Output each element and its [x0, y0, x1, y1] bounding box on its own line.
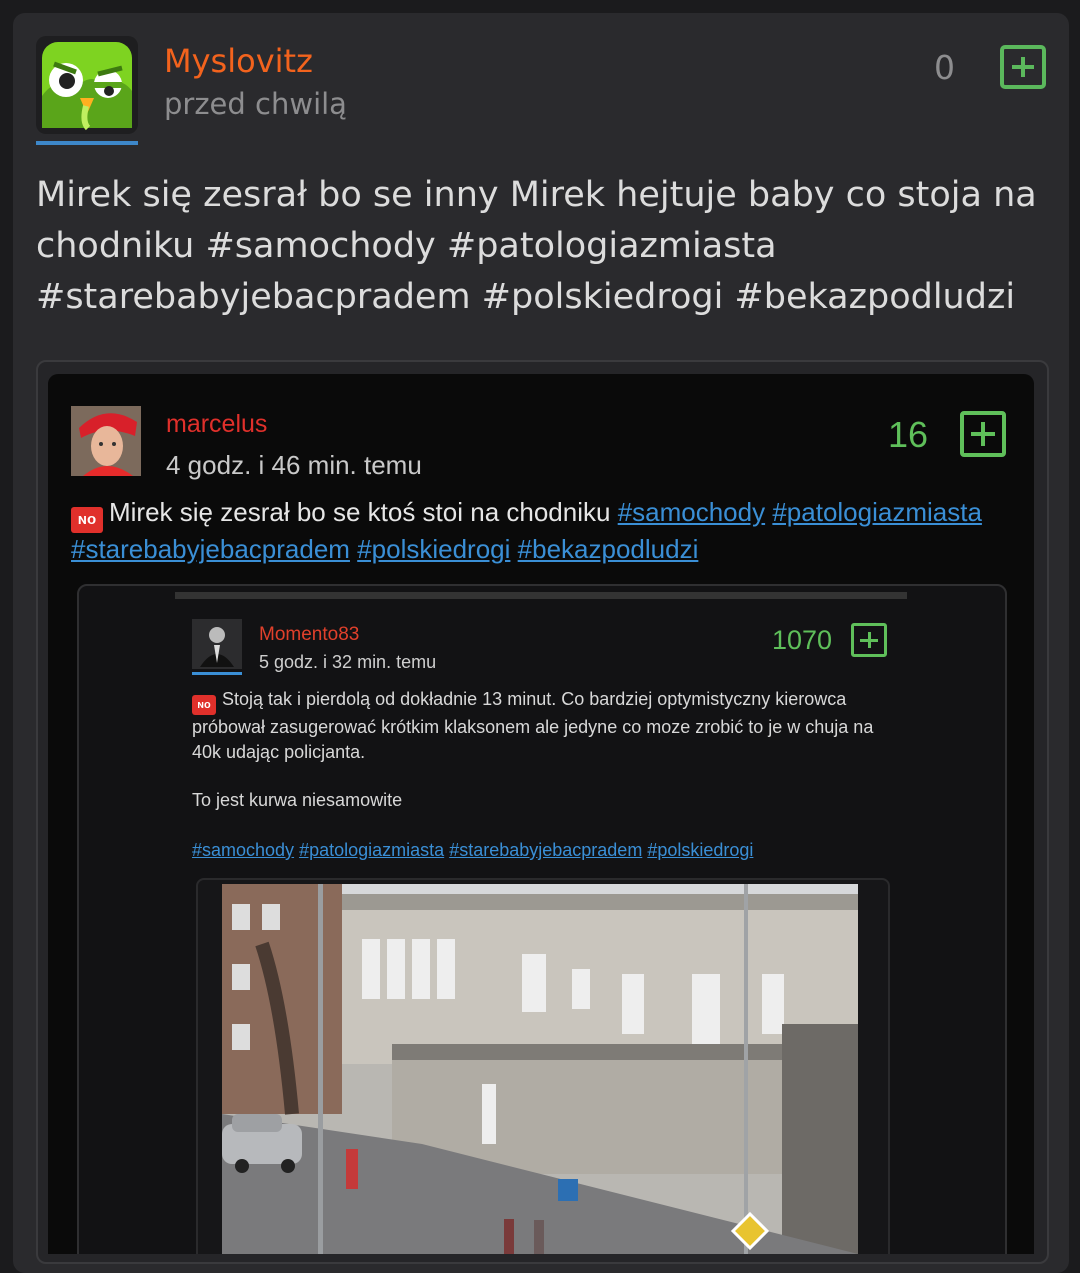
tag-link: #bekazpodludzi: [517, 534, 699, 564]
upvote-button[interactable]: [1000, 45, 1046, 89]
attached-screenshot[interactable]: marcelus 4 godz. i 46 min. temu 16 ɴᴏ Mir…: [48, 374, 1034, 1254]
nested-author-avatar: [192, 619, 242, 669]
tag-link: #patologiazmiasta: [772, 497, 982, 527]
vote-count: 0: [934, 48, 955, 87]
avatar-owl-icon: [42, 42, 132, 131]
tag-link: #polskiedrogi: [647, 840, 754, 860]
embedded-author-avatar: [71, 406, 141, 476]
embedded-text: Mirek się zesrał bo se ktoś stoi na chod…: [109, 497, 611, 527]
nested-top-bar: [175, 592, 907, 599]
embedded-plus-icon: [960, 411, 1006, 457]
embedded-post-time: 4 godz. i 46 min. temu: [166, 450, 422, 480]
author-avatar[interactable]: [36, 36, 138, 134]
tag-link: #polskiedrogi: [357, 534, 511, 564]
nsfw-badge-icon: ɴᴏ: [71, 507, 103, 533]
tag-link: #patologiazmiasta: [299, 840, 445, 860]
nsfw-badge-icon: ɴᴏ: [192, 695, 216, 715]
post-text: Mirek się zesrał bo se inny Mirek hejtuj…: [36, 175, 1037, 317]
nested-text: Stoją tak i pierdolą od dokładnie 13 min…: [192, 689, 874, 762]
street-photo: [222, 884, 858, 1254]
nested-plus-icon: [851, 623, 887, 657]
embedded-author-name: marcelus: [166, 410, 268, 438]
tag-link: #samochody: [192, 840, 295, 860]
avatar-underline: [36, 141, 138, 145]
nested-post-time: 5 godz. i 32 min. temu: [259, 652, 437, 672]
nested-avatar-underline: [192, 672, 242, 675]
embedded-vote-count: 16: [888, 414, 929, 455]
post-time: przed chwilą: [164, 87, 347, 121]
tag-link: #samochody: [617, 497, 766, 527]
nested-author-name: Momento83: [259, 624, 360, 645]
nested-post-text: ɴᴏ Stoją tak i pierdolą od dokładnie 13 m…: [192, 687, 882, 765]
tag-link: #starebabyjebacpradem: [71, 534, 350, 564]
embedded-post-text: ɴᴏ Mirek się zesrał bo se ktoś stoi na ch…: [71, 496, 991, 565]
nested-post-text-2: To jest kurwa niesamowite: [192, 790, 403, 810]
author-name[interactable]: Myslovitz: [164, 42, 313, 80]
nested-vote-count: 1070: [772, 625, 833, 655]
tag-link: #starebabyjebacpradem: [449, 840, 643, 860]
nested-tags: #samochody #patologiazmiasta #starebabyj…: [192, 840, 753, 861]
